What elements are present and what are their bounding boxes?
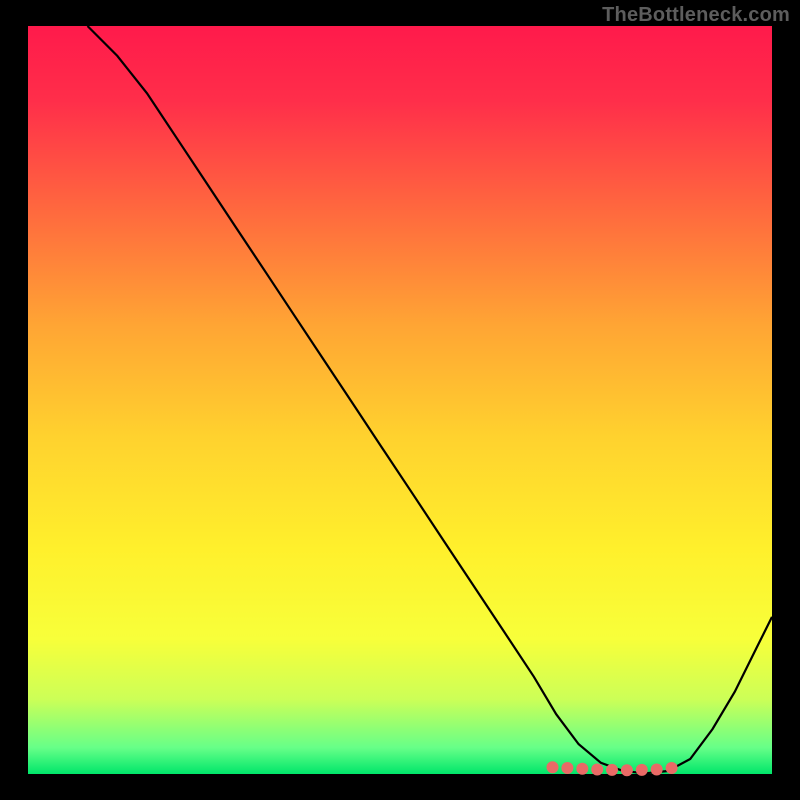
attribution-text: TheBottleneck.com <box>602 4 790 27</box>
optimal-dot <box>666 762 678 774</box>
optimal-dot <box>576 763 588 775</box>
optimal-dot <box>621 764 633 776</box>
optimal-dot <box>606 764 618 776</box>
optimal-dot <box>561 762 573 774</box>
optimal-dot <box>547 761 559 773</box>
plot-background <box>28 26 772 774</box>
optimal-dot <box>651 764 663 776</box>
bottleneck-chart <box>0 0 800 800</box>
optimal-dot <box>636 764 648 776</box>
optimal-dot <box>591 764 603 776</box>
